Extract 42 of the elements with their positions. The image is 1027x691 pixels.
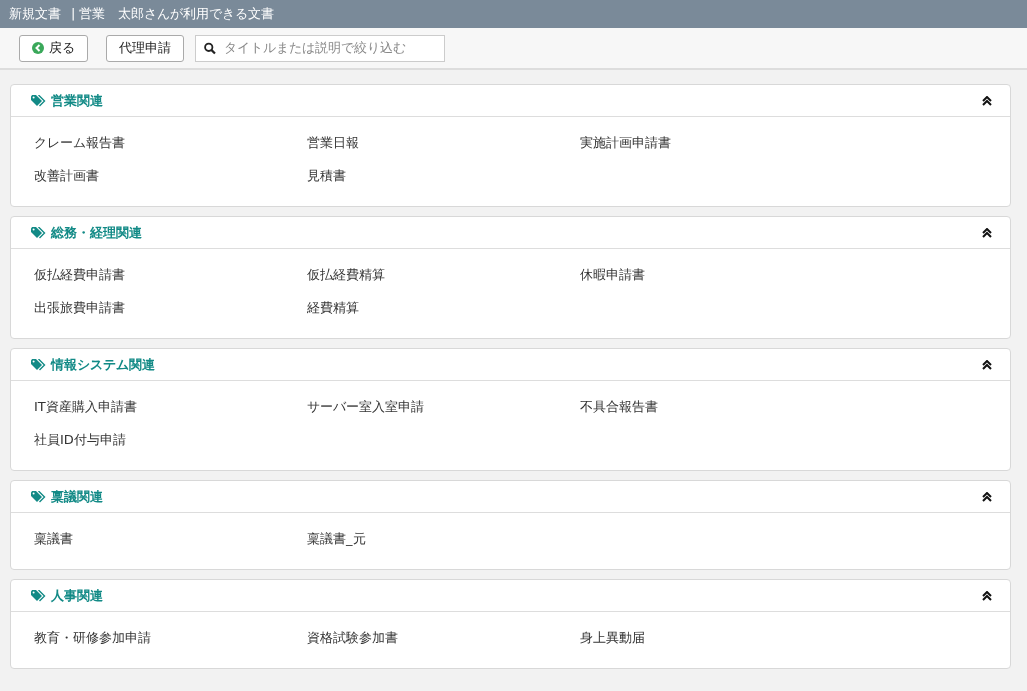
tag-icon <box>31 358 46 371</box>
back-arrow-icon <box>32 42 44 54</box>
tag-icon <box>31 94 46 107</box>
window-title: 新規文書 <box>9 5 61 24</box>
back-button[interactable]: 戻る <box>19 34 88 62</box>
document-link[interactable]: 改善計画書 <box>34 165 99 186</box>
window-subtitle: 営業 太郎さんが利用できる文書 <box>79 5 275 24</box>
document-link[interactable]: 稟議書 <box>34 528 73 549</box>
category-title: 情報システム関連 <box>51 355 155 374</box>
document-link[interactable]: 休暇申請書 <box>580 264 645 285</box>
tag-icon <box>31 226 46 239</box>
document-link[interactable]: 教育・研修参加申請 <box>34 627 151 648</box>
tag-icon <box>31 589 46 602</box>
document-link[interactable]: 経費精算 <box>307 297 359 318</box>
document-link[interactable]: 営業日報 <box>307 132 359 153</box>
document-link[interactable]: 資格試験参加書 <box>307 627 398 648</box>
search-field[interactable]: タイトルまたは説明で絞り込む <box>195 34 445 62</box>
document-link[interactable]: 出張旅費申請書 <box>34 297 125 318</box>
tag-icon <box>31 490 46 503</box>
collapse-icon[interactable] <box>982 359 992 370</box>
title-separator: | <box>71 5 76 24</box>
category-title: 総務・経理関連 <box>51 223 142 242</box>
document-link[interactable]: 身上異動届 <box>580 627 645 648</box>
category-title: 稟議関連 <box>51 487 103 506</box>
document-link[interactable]: 稟議書_元 <box>307 528 366 549</box>
category-title: 人事関連 <box>51 586 103 605</box>
category-title: 営業関連 <box>51 91 103 110</box>
document-link[interactable]: 仮払経費申請書 <box>34 264 125 285</box>
collapse-icon[interactable] <box>982 227 992 238</box>
document-link[interactable]: 仮払経費精算 <box>307 264 385 285</box>
collapse-icon[interactable] <box>982 491 992 502</box>
proxy-request-button[interactable]: 代理申請 <box>106 34 184 62</box>
collapse-icon[interactable] <box>982 95 992 106</box>
search-icon <box>204 41 216 55</box>
document-link[interactable]: IT資産購入申請書 <box>34 396 137 417</box>
document-link[interactable]: 社員ID付与申請 <box>34 429 126 450</box>
document-link[interactable]: 不具合報告書 <box>580 396 658 417</box>
document-link[interactable]: 見積書 <box>307 165 346 186</box>
document-link[interactable]: 実施計画申請書 <box>580 132 671 153</box>
document-link[interactable]: サーバー室入室申請 <box>307 396 424 417</box>
document-link[interactable]: クレーム報告書 <box>34 132 125 153</box>
collapse-icon[interactable] <box>982 590 992 601</box>
